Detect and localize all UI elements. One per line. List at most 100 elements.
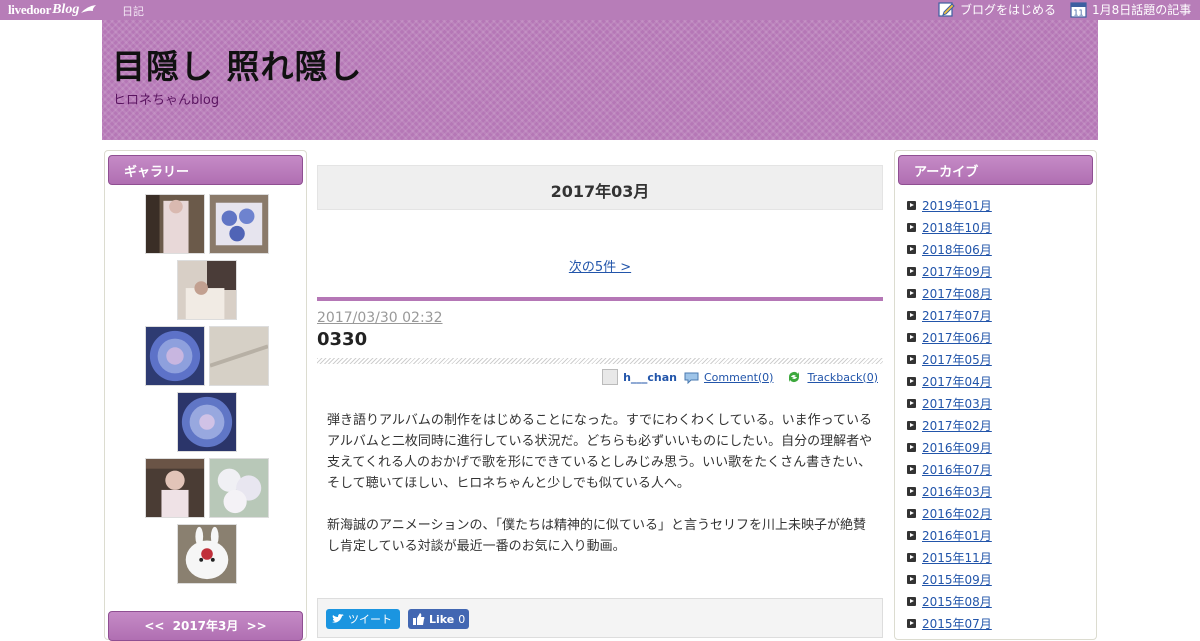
arrow-bullet-icon xyxy=(907,530,916,540)
right-sidebar: アーカイブ 2019年01月 2018年10月 2018年06月 2017年09月 20… xyxy=(894,150,1097,640)
top-bar: livedoor Blog 日記 ブログをはじめる 11 1月8日話題の記事 xyxy=(0,0,1200,20)
comment-bubble-icon xyxy=(684,372,699,384)
article-author[interactable]: h___chan xyxy=(623,371,677,384)
archive-item: 2017年04月 xyxy=(907,370,992,392)
logo-text: livedoor xyxy=(8,2,52,17)
gallery-thumbnail[interactable] xyxy=(144,326,205,386)
archive-item: 2016年03月 xyxy=(907,480,992,502)
topic-articles-link[interactable]: 11 1月8日話題の記事 xyxy=(1070,1,1191,18)
archive-item: 2016年07月 xyxy=(907,458,992,480)
archive-month-link[interactable]: 2015年08月 xyxy=(922,593,992,610)
article-paragraph: 新海誠のアニメーションの、「僕たちは精神的に似ている」と言うセリフを川上未映子が… xyxy=(327,518,866,554)
article-paragraph: 弾き語りアルバムの制作をはじめることになった。すでにわくわくしている。いま作って… xyxy=(327,413,873,491)
archive-month-link[interactable]: 2016年02月 xyxy=(922,505,992,522)
article-divider xyxy=(317,297,883,301)
arrow-bullet-icon xyxy=(907,552,916,562)
month-heading: 2017年03月 xyxy=(317,165,883,210)
gallery-thumbnail[interactable] xyxy=(176,392,237,452)
article-date[interactable]: 2017/03/30 02:32 xyxy=(317,310,443,326)
archive-month-link[interactable]: 2016年09月 xyxy=(922,439,992,456)
arrow-bullet-icon xyxy=(907,244,916,254)
archive-item: 2015年11月 xyxy=(907,546,992,568)
arrow-bullet-icon xyxy=(907,266,916,276)
archive-item: 2017年09月 xyxy=(907,260,992,282)
archive-month-link[interactable]: 2016年07月 xyxy=(922,461,992,478)
archive-month-link[interactable]: 2016年01月 xyxy=(922,527,992,544)
archive-item: 2015年07月 xyxy=(907,612,992,634)
blog-title[interactable]: 目隠し 照れ隠し xyxy=(112,40,363,88)
edit-icon xyxy=(938,2,955,17)
arrow-bullet-icon xyxy=(907,376,916,386)
nav-diary-link[interactable]: 日記 xyxy=(122,3,144,19)
livedoor-blog-logo[interactable]: livedoor Blog xyxy=(8,1,97,19)
trackback-icon xyxy=(789,372,800,382)
gallery-thumbnail[interactable] xyxy=(176,260,237,320)
topic-articles-label: 1月8日話題の記事 xyxy=(1092,3,1192,17)
article-title[interactable]: 0330 xyxy=(317,329,367,350)
start-blog-link[interactable]: ブログをはじめる xyxy=(938,1,1056,18)
archive-month-link[interactable]: 2017年07月 xyxy=(922,307,992,324)
dotted-divider xyxy=(317,358,883,364)
archive-month-link[interactable]: 2018年10月 xyxy=(922,219,992,236)
arrow-bullet-icon xyxy=(907,310,916,320)
archive-item: 2015年08月 xyxy=(907,590,992,612)
arrow-bullet-icon xyxy=(907,596,916,606)
archive-month-link[interactable]: 2015年11月 xyxy=(922,549,992,566)
archive-month-link[interactable]: 2017年05月 xyxy=(922,351,992,368)
gallery-title: ギャラリー xyxy=(108,155,303,185)
calendar-next-link[interactable]: >> xyxy=(247,619,267,633)
start-blog-label: ブログをはじめる xyxy=(960,3,1057,17)
archive-item: 2017年03月 xyxy=(907,392,992,414)
tweet-button[interactable]: ツイート xyxy=(326,609,400,629)
archive-item: 2019年01月 xyxy=(907,194,992,216)
gallery xyxy=(105,194,308,590)
blog-subtitle: ヒロネちゃんblog xyxy=(113,93,220,108)
archive-month-link[interactable]: 2019年01月 xyxy=(922,197,992,214)
thumbs-up-icon xyxy=(413,613,425,625)
archive-month-link[interactable]: 2015年07月 xyxy=(922,615,992,632)
arrow-bullet-icon xyxy=(907,332,916,342)
like-label: Like xyxy=(429,612,455,626)
gallery-thumbnail[interactable] xyxy=(208,194,269,254)
calendar-icon: 11 xyxy=(1070,2,1087,18)
archive-item: 2015年09月 xyxy=(907,568,992,590)
archive-month-link[interactable]: 2017年08月 xyxy=(922,285,992,302)
archive-month-link[interactable]: 2017年03月 xyxy=(922,395,992,412)
archive-item: 2017年02月 xyxy=(907,414,992,436)
archive-month-link[interactable]: 2018年06月 xyxy=(922,241,992,258)
arrow-bullet-icon xyxy=(907,288,916,298)
article-body: 弾き語りアルバムの制作をはじめることになった。すでにわくわくしている。いま作って… xyxy=(327,410,877,578)
facebook-like-button[interactable]: Like 0 xyxy=(408,609,469,629)
next-page-link[interactable]: 次の5件 > xyxy=(569,260,631,275)
trackback-link[interactable]: Trackback(0) xyxy=(807,371,878,384)
calendar-month-label: 2017年3月 xyxy=(172,619,239,633)
arrow-bullet-icon xyxy=(907,464,916,474)
archive-month-link[interactable]: 2017年04月 xyxy=(922,373,992,390)
comment-link[interactable]: Comment(0) xyxy=(704,371,773,384)
tweet-label: ツイート xyxy=(348,613,392,626)
gallery-thumbnail[interactable] xyxy=(176,524,237,584)
gallery-thumbnail[interactable] xyxy=(208,458,269,518)
arrow-bullet-icon xyxy=(907,398,916,408)
gallery-thumbnail[interactable] xyxy=(144,458,205,518)
arrow-bullet-icon xyxy=(907,508,916,518)
calendar-header: << 2017年3月 >> xyxy=(108,611,303,641)
archive-item: 2017年07月 xyxy=(907,304,992,326)
calendar-prev-link[interactable]: << xyxy=(144,619,164,633)
calendar-icon-day: 11 xyxy=(1073,9,1083,18)
archive-month-link[interactable]: 2017年09月 xyxy=(922,263,992,280)
logo-blog-text: Blog xyxy=(52,2,80,17)
archive-item: 2018年06月 xyxy=(907,238,992,260)
blog-header: 目隠し 照れ隠し ヒロネちゃんblog xyxy=(102,20,1098,140)
archive-title: アーカイブ xyxy=(898,155,1093,185)
archive-item: 2017年05月 xyxy=(907,348,992,370)
archive-month-link[interactable]: 2016年03月 xyxy=(922,483,992,500)
gallery-thumbnail[interactable] xyxy=(208,326,269,386)
archive-item: 2016年09月 xyxy=(907,436,992,458)
gallery-thumbnail[interactable] xyxy=(144,194,205,254)
arrow-bullet-icon xyxy=(907,618,916,628)
archive-month-link[interactable]: 2017年06月 xyxy=(922,329,992,346)
archive-month-link[interactable]: 2015年09月 xyxy=(922,571,992,588)
pager: 次の5件 > xyxy=(317,256,883,275)
archive-month-link[interactable]: 2017年02月 xyxy=(922,417,992,434)
